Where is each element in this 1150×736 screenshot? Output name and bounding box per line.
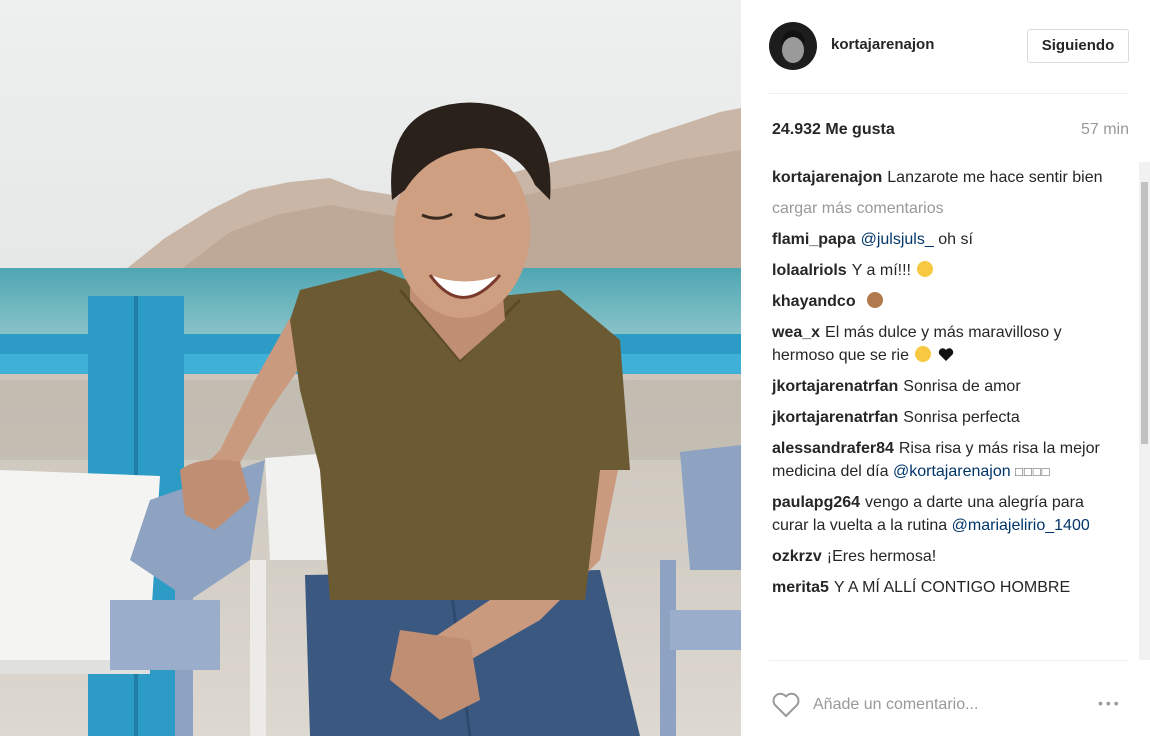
comment-item: merita5 Y A MÍ ALLÍ CONTIGO HOMBRE [741, 576, 1139, 599]
load-more-comments-link[interactable]: cargar más comentarios [741, 197, 1139, 220]
comments-scrollbar[interactable] [1139, 162, 1150, 660]
add-comment-input[interactable] [813, 691, 1093, 719]
comment-text: ¡Eres hermosa! [826, 548, 937, 565]
header-username[interactable]: kortajarenajon [831, 36, 934, 53]
likes-count[interactable]: 24.932 Me gusta [772, 121, 895, 139]
heart-eyes-emoji-icon [915, 346, 932, 362]
black-heart-emoji-icon [938, 346, 954, 362]
post-stats: 24.932 Me gusta 57 min [741, 118, 1150, 146]
comment-mention[interactable]: @kortajarenajon [893, 463, 1011, 480]
header-divider [769, 93, 1129, 94]
heart-outline-icon[interactable] [771, 691, 801, 719]
see-no-evil-monkey-emoji-icon [867, 292, 884, 308]
comment-item: jkortajarenatrfan Sonrisa perfecta [741, 406, 1139, 429]
comment-username[interactable]: alessandrafer84 [772, 440, 894, 457]
comment-item: wea_x El más dulce y más maravilloso y he… [741, 321, 1139, 367]
comment-username[interactable]: lolaalriols [772, 262, 847, 279]
comment-text: Sonrisa perfecta [903, 409, 1020, 426]
comment-item: ozkrzv ¡Eres hermosa! [741, 545, 1139, 568]
comment-item: alessandrafer84 Risa risa y más risa la m… [741, 437, 1139, 483]
caption-text: Lanzarote me hace sentir bien [887, 169, 1103, 186]
comment-item: lolaalriols Y a mí!!! [741, 259, 1139, 282]
comment-text: Y a mí!!! [851, 262, 911, 279]
following-button[interactable]: Siguiendo [1027, 29, 1129, 63]
comment-text: oh sí [933, 231, 973, 248]
post-header: kortajarenajon Siguiendo [741, 0, 1150, 94]
caption: kortajarenajon Lanzarote me hace sentir b… [741, 166, 1139, 189]
comment-username[interactable]: jkortajarenatrfan [772, 409, 898, 426]
comment-unrendered-emoji: □□□□ [1015, 464, 1051, 479]
post-time[interactable]: 57 min [1081, 121, 1129, 139]
comment-username[interactable]: jkortajarenatrfan [772, 378, 898, 395]
comment-item: jkortajarenatrfan Sonrisa de amor [741, 375, 1139, 398]
post-side-panel: kortajarenajon Siguiendo 24.932 Me gusta… [741, 0, 1150, 736]
comment-username[interactable]: khayandco [772, 293, 856, 310]
comment-item: paulapg264 vengo a darte una alegría para… [741, 491, 1139, 537]
comment-username[interactable]: ozkrzv [772, 548, 822, 565]
avatar[interactable] [769, 22, 817, 70]
comment-item: flami_papa @julsjuls_ oh sí [741, 228, 1139, 251]
comment-text: Sonrisa de amor [903, 378, 1021, 395]
scrollbar-thumb[interactable] [1141, 182, 1148, 444]
comment-mention[interactable]: @julsjuls_ [861, 231, 934, 248]
more-options-icon[interactable]: ••• [1098, 695, 1132, 711]
caption-username[interactable]: kortajarenajon [772, 169, 882, 186]
comment-username[interactable]: paulapg264 [772, 494, 860, 511]
instagram-post: kortajarenajon Siguiendo 24.932 Me gusta… [0, 0, 1150, 736]
comment-item: khayandco [741, 290, 1139, 313]
comment-username[interactable]: flami_papa [772, 231, 856, 248]
post-photo[interactable] [0, 0, 741, 736]
astonished-emoji-icon [917, 261, 934, 277]
comment-text: Y A MÍ ALLÍ CONTIGO HOMBRE [833, 579, 1071, 596]
comments-list[interactable]: kortajarenajon Lanzarote me hace sentir b… [741, 166, 1139, 660]
comment-username[interactable]: wea_x [772, 324, 820, 341]
comment-username[interactable]: merita5 [772, 579, 829, 596]
comment-mention[interactable]: @mariajelirio_1400 [952, 517, 1090, 534]
post-footer: ••• [741, 661, 1150, 736]
